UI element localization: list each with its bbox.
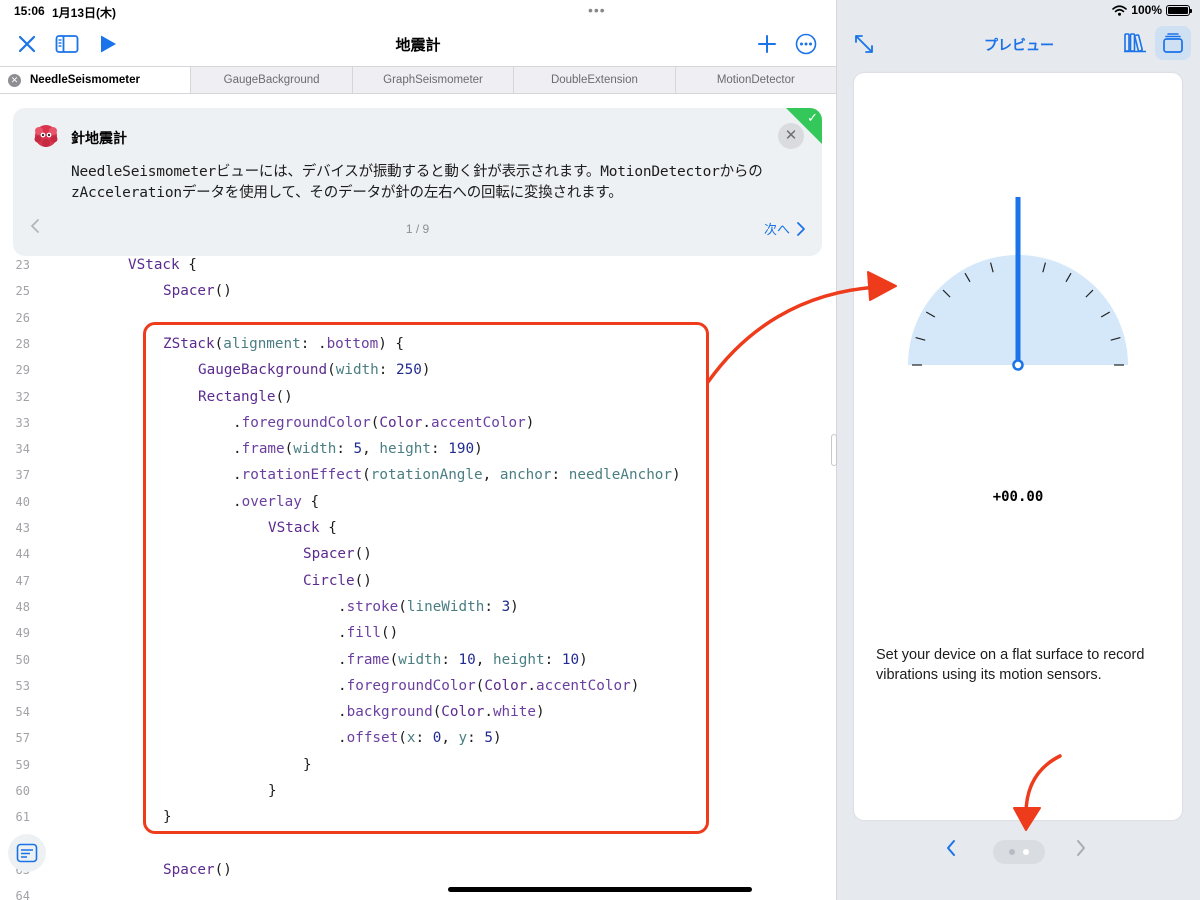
code-line[interactable]: 23 VStack {	[0, 252, 836, 278]
tip-page-indicator: 1 / 9	[405, 222, 430, 236]
add-icon[interactable]	[755, 31, 779, 57]
needle-pivot	[1012, 359, 1024, 371]
preview-canvas[interactable]: +00.00 Set your device on a flat surface…	[854, 73, 1182, 820]
checkmark-icon: ✓	[807, 110, 818, 125]
line-number: 26	[15, 310, 30, 325]
line-number: 23	[15, 258, 30, 272]
gauge-needle	[1015, 197, 1021, 365]
code-line[interactable]: 63Spacer()	[0, 857, 836, 883]
tip-next-label: 次へ	[763, 222, 790, 237]
previous-page-button[interactable]	[945, 838, 957, 864]
line-number: 47	[15, 573, 30, 588]
code-token: Spacer	[163, 861, 215, 878]
code-token: VStack	[128, 257, 180, 273]
line-number: 60	[15, 784, 30, 798]
line-number: 57	[15, 731, 30, 746]
line-number: 61	[15, 810, 30, 825]
tab-close-icon[interactable]: ✕	[8, 74, 21, 87]
home-indicator[interactable]	[448, 887, 752, 892]
status-time: 15:06	[14, 4, 45, 18]
annotation-highlight-box	[143, 322, 709, 834]
line-number: 44	[15, 547, 30, 562]
tip-close-button[interactable]: ✕	[778, 123, 804, 149]
document-title: 地震計	[395, 37, 441, 54]
guide-avatar-icon	[33, 123, 59, 149]
code-token: Spacer	[163, 283, 215, 300]
documentation-button[interactable]	[8, 834, 46, 872]
line-number: 64	[15, 889, 30, 900]
guide-tip-card: ✓ 針地震計 ✕ NeedleSeismometerビューには、デバイスが振動す…	[13, 108, 822, 256]
tip-title: 針地震計	[71, 130, 127, 146]
wifi-icon	[1112, 4, 1128, 16]
line-number: 59	[15, 757, 30, 772]
acceleration-readout: +00.00	[992, 489, 1044, 505]
tab-needleseismometer[interactable]: ✕ NeedleSeismometer	[0, 67, 191, 93]
page-dot[interactable]	[1009, 849, 1015, 855]
line-number: 40	[15, 494, 30, 509]
more-options-icon[interactable]	[793, 31, 819, 57]
line-number: 29	[15, 363, 30, 378]
chevron-right-icon	[797, 221, 805, 236]
line-number: 25	[15, 284, 30, 299]
tab-label: GraphSeismometer	[383, 74, 483, 86]
line-number: 34	[15, 442, 30, 457]
line-number: 33	[15, 415, 30, 430]
split-view-handle[interactable]	[831, 434, 837, 466]
tip-body-text: NeedleSeismometerビューには、デバイスが振動すると動く針が表示さ…	[71, 164, 763, 201]
line-number: 48	[15, 599, 30, 614]
page-dot-active[interactable]	[1023, 849, 1029, 855]
preview-pane: 100% プレビュー +00.00 Set your device on a f…	[836, 0, 1200, 900]
tip-next-button[interactable]: 次へ	[764, 219, 806, 238]
code-token: {	[179, 257, 197, 273]
tab-motiondetector[interactable]: MotionDetector	[674, 67, 836, 93]
tab-gaugebackground[interactable]: GaugeBackground	[190, 67, 351, 93]
status-right: 100%	[1112, 3, 1192, 17]
code-text: Spacer()	[163, 278, 232, 304]
next-page-button[interactable]	[1075, 838, 1087, 864]
battery-level: 100%	[1131, 3, 1162, 17]
layers-icon	[1163, 33, 1183, 53]
chevron-left-icon	[947, 840, 955, 856]
document-list-icon	[16, 843, 38, 863]
instruction-text: Set your device on a flat surface to rec…	[876, 647, 1145, 683]
tab-label: DoubleExtension	[550, 74, 638, 86]
line-number: 37	[15, 468, 30, 483]
file-tabs: ✕ NeedleSeismometer GaugeBackground Grap…	[0, 66, 836, 94]
line-number: 28	[15, 336, 30, 351]
code-text: Spacer()	[163, 857, 232, 883]
code-line[interactable]	[0, 831, 836, 857]
line-number: 32	[15, 389, 30, 404]
code-token: ()	[214, 283, 232, 300]
line-number: 53	[15, 678, 30, 693]
library-books-icon[interactable]	[1123, 31, 1147, 58]
code-line[interactable]: 25 Spacer()	[0, 278, 836, 304]
chevron-right-icon	[1077, 840, 1085, 856]
tab-graphseismometer[interactable]: GraphSeismometer	[351, 67, 513, 93]
close-icon: ✕	[784, 127, 798, 144]
tab-label: NeedleSeismometer	[30, 74, 140, 86]
tab-label: MotionDetector	[716, 74, 795, 86]
tab-label: GaugeBackground	[223, 74, 320, 86]
needle-gauge	[908, 197, 1128, 371]
line-number: 49	[15, 626, 30, 641]
page-indicator[interactable]	[993, 840, 1045, 864]
battery-icon	[1166, 4, 1192, 16]
code-token: ()	[214, 861, 232, 878]
layers-button[interactable]	[1155, 26, 1191, 60]
line-number: 43	[15, 521, 30, 535]
code-text: VStack {	[128, 252, 197, 278]
tab-doubleextension[interactable]: DoubleExtension	[513, 67, 674, 93]
line-number: 50	[15, 652, 30, 667]
multitasking-dots[interactable]: •••	[588, 2, 606, 18]
status-date: 1月13日(木)	[52, 6, 117, 20]
line-number: 54	[15, 705, 30, 720]
